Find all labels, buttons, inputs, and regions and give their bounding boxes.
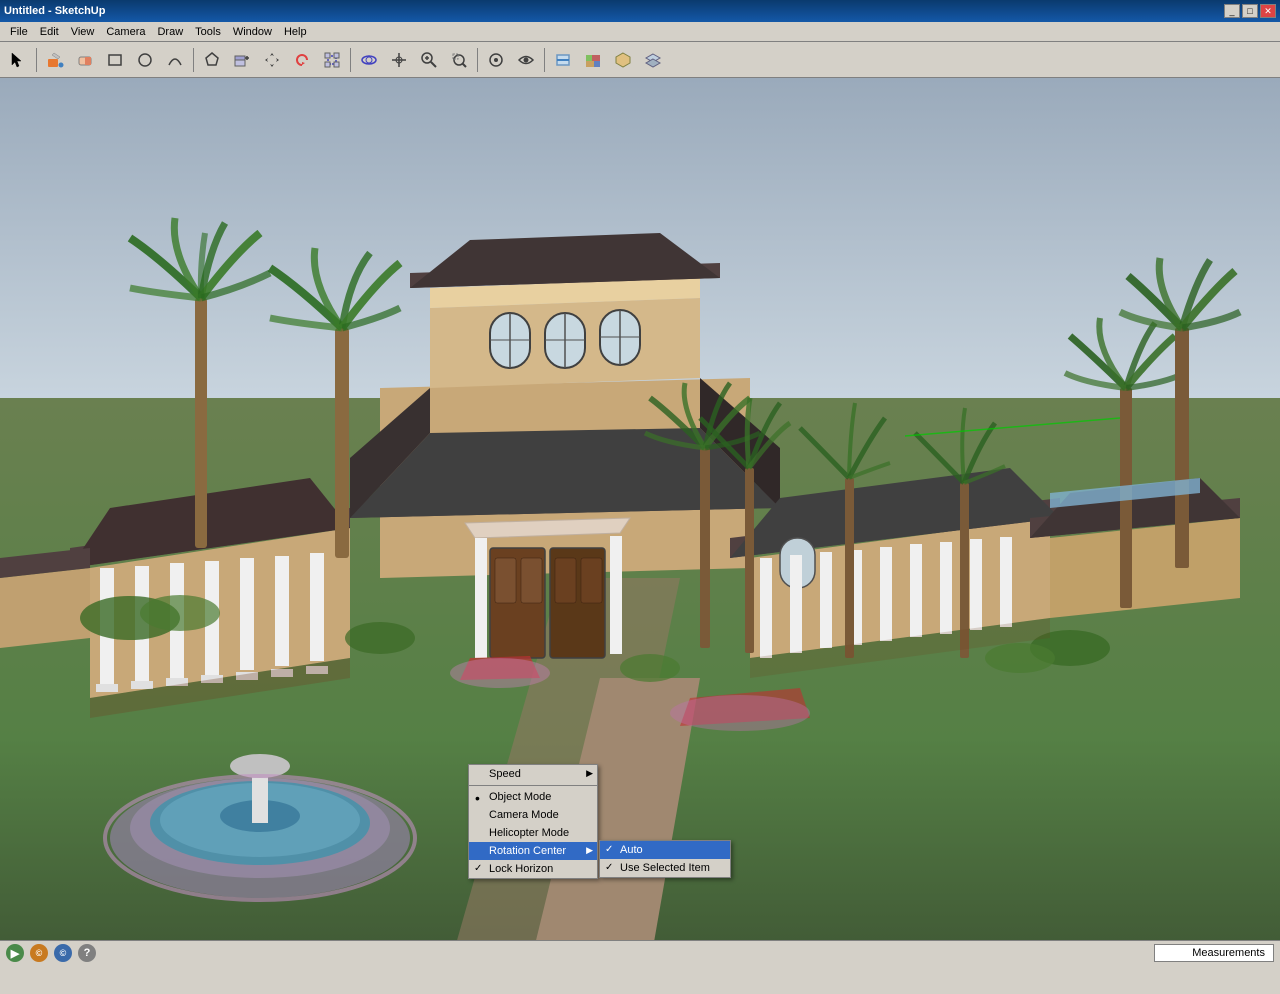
submenu-use-selected[interactable]: Use Selected Item (600, 859, 730, 877)
ctx-object-mode-label: Object Mode (489, 791, 551, 803)
rotate-tool[interactable] (288, 46, 316, 74)
zoom-tool[interactable] (415, 46, 443, 74)
status-bar: ▶ © © ? Measurements (0, 940, 1280, 965)
menu-window[interactable]: Window (227, 24, 278, 40)
materials-tool[interactable] (579, 46, 607, 74)
paint-tool[interactable] (41, 46, 69, 74)
eraser-tool[interactable] (71, 46, 99, 74)
ctx-lock-horizon[interactable]: Lock Horizon (469, 860, 597, 878)
ctx-helicopter-mode-label: Helicopter Mode (489, 827, 569, 839)
components-tool[interactable] (609, 46, 637, 74)
look-around-tool[interactable] (512, 46, 540, 74)
toolbar-sep-2 (193, 48, 194, 72)
submenu-rotation-center[interactable]: Auto Use Selected Item (599, 840, 731, 878)
zoom-extents-tool[interactable] (445, 46, 473, 74)
menu-help[interactable]: Help (278, 24, 313, 40)
menu-tools[interactable]: Tools (189, 24, 227, 40)
orbit-tool[interactable] (355, 46, 383, 74)
submenu-use-selected-label: Use Selected Item (620, 862, 710, 874)
status-icon-play[interactable]: ▶ (6, 944, 24, 962)
rectangle-tool[interactable] (101, 46, 129, 74)
ctx-object-mode[interactable]: Object Mode (469, 788, 597, 806)
menu-view[interactable]: View (65, 24, 101, 40)
ctx-speed-label: Speed (489, 768, 521, 780)
pushpull-tool[interactable] (228, 46, 256, 74)
submenu-auto-label: Auto (620, 844, 643, 856)
ctx-lock-horizon-label: Lock Horizon (489, 863, 553, 875)
menu-file[interactable]: File (4, 24, 34, 40)
maximize-button[interactable]: □ (1242, 4, 1258, 18)
ctx-speed[interactable]: Speed (469, 765, 597, 783)
ctx-camera-mode-label: Camera Mode (489, 809, 559, 821)
title-bar: Untitled - SketchUp _ □ ✕ (0, 0, 1280, 22)
ctx-rotation-center[interactable]: Rotation Center Auto Use Selected Item (469, 842, 597, 860)
toolbar-sep-3 (350, 48, 351, 72)
toolbar (0, 42, 1280, 78)
ctx-rotation-center-label: Rotation Center (489, 845, 566, 857)
status-left: ▶ © © ? (6, 944, 96, 962)
menu-camera[interactable]: Camera (100, 24, 151, 40)
toolbar-sep-1 (36, 48, 37, 72)
layers-tool[interactable] (639, 46, 667, 74)
scale-tool[interactable] (318, 46, 346, 74)
menu-draw[interactable]: Draw (151, 24, 189, 40)
move-tool[interactable] (258, 46, 286, 74)
toolbar-sep-4 (477, 48, 478, 72)
menu-bar: File Edit View Camera Draw Tools Window … (0, 22, 1280, 42)
measurements-label: Measurements (1192, 947, 1265, 959)
window-title: Untitled - SketchUp (4, 5, 105, 17)
ctx-camera-mode[interactable]: Camera Mode (469, 806, 597, 824)
arc-tool[interactable] (161, 46, 189, 74)
section-tool[interactable] (549, 46, 577, 74)
status-icon-copyright[interactable]: © (30, 944, 48, 962)
menu-edit[interactable]: Edit (34, 24, 65, 40)
circle-tool[interactable] (131, 46, 159, 74)
ctx-sep-1 (469, 785, 597, 786)
window-controls: _ □ ✕ (1224, 4, 1276, 18)
status-icon-help[interactable]: ? (78, 944, 96, 962)
ctx-helicopter-mode[interactable]: Helicopter Mode (469, 824, 597, 842)
polygon-tool[interactable] (198, 46, 226, 74)
submenu-auto[interactable]: Auto (600, 841, 730, 859)
select-tool[interactable] (4, 46, 32, 74)
scene-3d (0, 78, 1280, 965)
walk-tool[interactable] (482, 46, 510, 74)
close-button[interactable]: ✕ (1260, 4, 1276, 18)
pan-tool[interactable] (385, 46, 413, 74)
measurements-box[interactable]: Measurements (1154, 944, 1274, 962)
toolbar-sep-5 (544, 48, 545, 72)
status-icon-info[interactable]: © (54, 944, 72, 962)
minimize-button[interactable]: _ (1224, 4, 1240, 18)
viewport[interactable]: Speed Object Mode Camera Mode Helicopter… (0, 78, 1280, 965)
context-menu[interactable]: Speed Object Mode Camera Mode Helicopter… (468, 764, 598, 879)
